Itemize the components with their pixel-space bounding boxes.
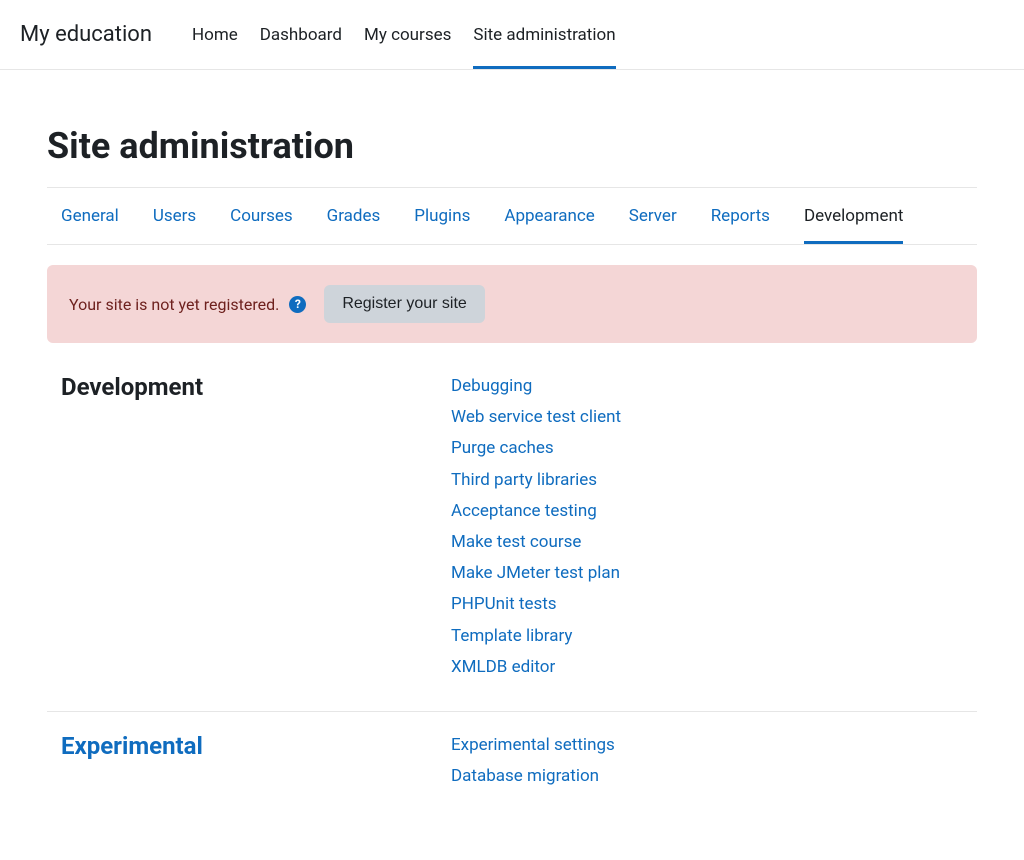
link-third-party-libraries[interactable]: Third party libraries — [451, 467, 621, 494]
topnav-item-site-administration[interactable]: Site administration — [473, 0, 615, 69]
section-links: Experimental settings Database migration — [451, 732, 615, 790]
tab-users[interactable]: Users — [153, 188, 196, 244]
link-make-jmeter-test-plan[interactable]: Make JMeter test plan — [451, 560, 621, 587]
tab-general[interactable]: General — [61, 188, 119, 244]
page-title: Site administration — [47, 125, 977, 167]
help-icon[interactable]: ? — [289, 296, 306, 313]
section-title: Development — [61, 373, 431, 681]
tab-plugins[interactable]: Plugins — [414, 188, 470, 244]
subtabs: General Users Courses Grades Plugins Appearan… — [47, 188, 977, 244]
link-experimental-settings[interactable]: Experimental settings — [451, 732, 615, 759]
link-web-service-test-client[interactable]: Web service test client — [451, 404, 621, 431]
link-database-migration[interactable]: Database migration — [451, 763, 615, 790]
link-phpunit-tests[interactable]: PHPUnit tests — [451, 591, 621, 618]
tab-appearance[interactable]: Appearance — [504, 188, 594, 244]
link-make-test-course[interactable]: Make test course — [451, 529, 621, 556]
tab-development[interactable]: Development — [804, 188, 903, 244]
topnav-item-dashboard[interactable]: Dashboard — [260, 0, 342, 69]
link-xmldb-editor[interactable]: XMLDB editor — [451, 654, 621, 681]
alert-text: Your site is not yet registered. — [69, 295, 279, 314]
tab-courses[interactable]: Courses — [230, 188, 292, 244]
topnav-item-my-courses[interactable]: My courses — [364, 0, 451, 69]
sections: Development Debugging Web service test cli… — [47, 353, 977, 820]
section-title[interactable]: Experimental — [61, 732, 431, 790]
link-acceptance-testing[interactable]: Acceptance testing — [451, 498, 621, 525]
top-nav: Home Dashboard My courses Site administrati… — [192, 0, 616, 69]
top-navbar: My education Home Dashboard My courses Site… — [0, 0, 1024, 70]
topnav-item-home[interactable]: Home — [192, 0, 238, 69]
tab-server[interactable]: Server — [629, 188, 677, 244]
tab-reports[interactable]: Reports — [711, 188, 770, 244]
main-content: Site administration GeneralUsersCoursesG… — [47, 70, 977, 860]
section-experimental: Experimental Experimental settings Databas… — [47, 712, 977, 820]
registration-alert: Your site is not yet registered. ? Regis… — [47, 265, 977, 343]
section-links: Debugging Web service test client Purge ca… — [451, 373, 621, 681]
link-template-library[interactable]: Template library — [451, 623, 621, 650]
tab-grades[interactable]: Grades — [327, 188, 381, 244]
link-purge-caches[interactable]: Purge caches — [451, 435, 621, 462]
link-debugging[interactable]: Debugging — [451, 373, 621, 400]
register-site-button[interactable]: Register your site — [324, 285, 485, 323]
brand-title[interactable]: My education — [20, 22, 152, 47]
section-development: Development Debugging Web service test cli… — [47, 353, 977, 712]
subtabs-container: General Users Courses Grades Plugins Appearan… — [47, 187, 977, 245]
